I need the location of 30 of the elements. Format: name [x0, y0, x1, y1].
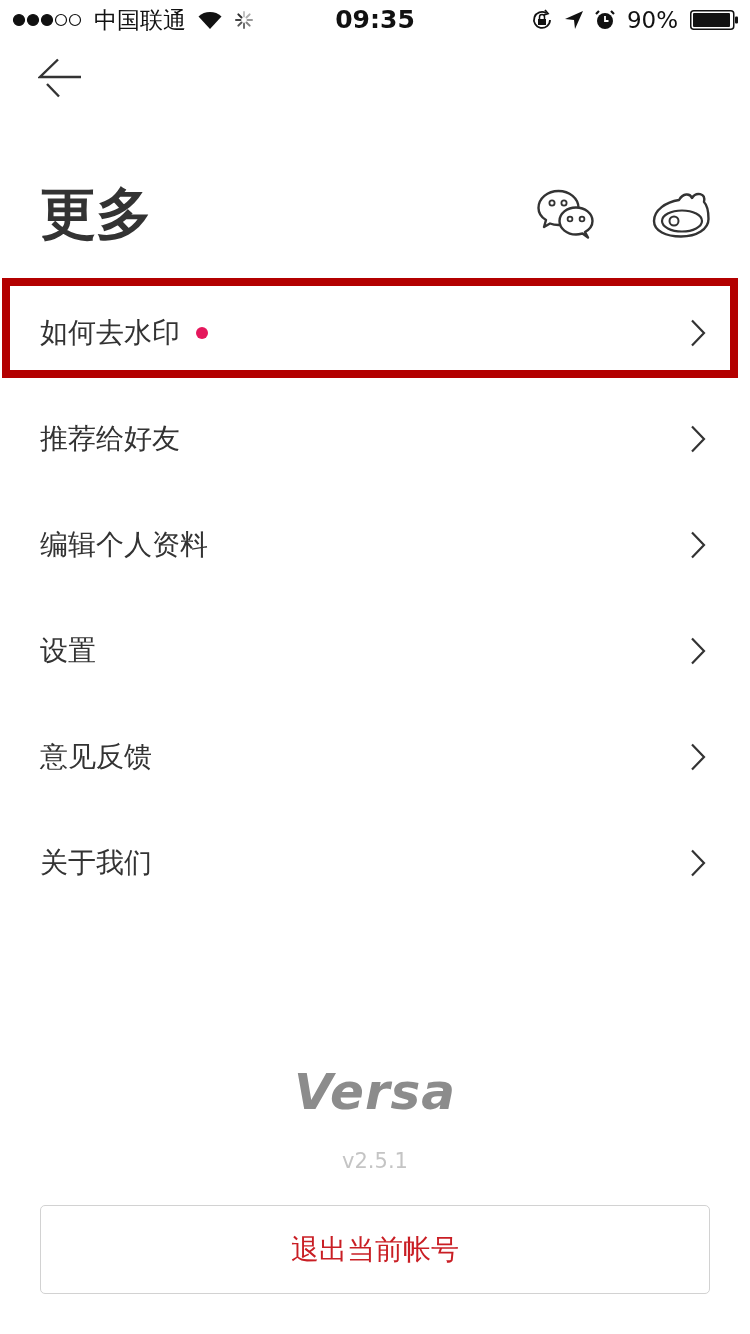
chevron-right-icon	[690, 319, 706, 347]
menu-item[interactable]: 关于我们	[0, 810, 750, 916]
chevron-right-icon	[690, 425, 706, 453]
carrier-name: 中国联通	[94, 6, 186, 35]
page-title: 更多	[40, 182, 152, 246]
chevron-right-icon	[690, 637, 706, 665]
chat-share-button[interactable]	[537, 189, 594, 239]
battery-percent: 90%	[626, 6, 678, 35]
alarm-clock-icon	[594, 10, 615, 30]
chevron-right-icon	[690, 531, 706, 559]
battery-icon	[690, 10, 738, 30]
logout-button[interactable]: 退出当前帐号	[40, 1205, 710, 1294]
clock-time: 09:35	[335, 5, 415, 35]
app-logo: Versa	[293, 1062, 457, 1123]
menu-item[interactable]: 意见反馈	[0, 704, 750, 810]
chevron-right-icon	[690, 743, 706, 771]
menu-item[interactable]: 编辑个人资料	[0, 492, 750, 598]
location-arrow-icon	[564, 11, 583, 29]
eye-shell-icon	[652, 190, 710, 238]
signal-icon	[12, 13, 82, 27]
wifi-icon	[198, 11, 222, 29]
version-text: v2.5.1	[342, 1148, 408, 1174]
menu-item[interactable]: 如何去水印	[0, 280, 750, 386]
chat-bubbles-icon	[537, 189, 594, 239]
eye-share-button[interactable]	[652, 190, 710, 238]
menu-item[interactable]: 设置	[0, 598, 750, 704]
rotation-lock-icon	[530, 9, 553, 31]
chevron-right-icon	[690, 849, 706, 877]
spinner-icon	[234, 10, 254, 30]
menu-item[interactable]: 推荐给好友	[0, 386, 750, 492]
